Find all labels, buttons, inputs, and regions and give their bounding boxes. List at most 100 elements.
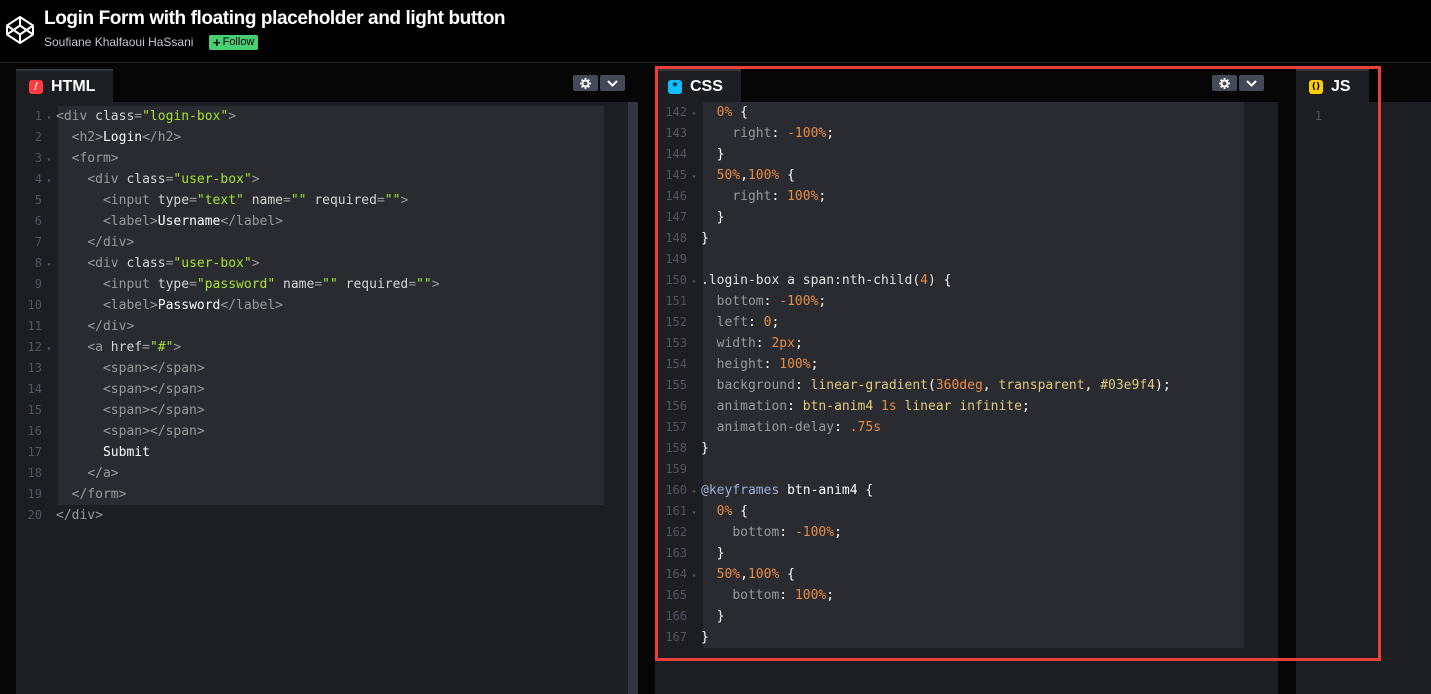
fold-arrow-icon[interactable]: ▾ <box>42 338 56 359</box>
html-css-splitter[interactable] <box>628 102 638 694</box>
code-line: 1 ▾ <div class="login-box"> <box>16 106 440 127</box>
code-token: -100% <box>779 294 819 309</box>
fold-gutter <box>687 544 701 565</box>
code-token: : <box>747 315 764 330</box>
fold-gutter <box>687 145 701 166</box>
fold-gutter <box>687 628 701 649</box>
fold-arrow-icon[interactable]: ▾ <box>687 481 701 502</box>
code-text: 0% { <box>701 504 748 519</box>
fold-arrow-icon[interactable]: ▾ <box>42 107 56 128</box>
line-number: 148 <box>665 231 687 245</box>
code-token: "text" <box>196 193 244 208</box>
css-code-editor[interactable]: 142 ▾ 0% {143 right: -100%; 144 } 145 ▾ 50%,… <box>655 102 1278 694</box>
line-number: 1 <box>34 109 42 123</box>
tab-js[interactable]: () JS <box>1296 69 1369 102</box>
code-text: <a href="#"> <box>56 340 181 355</box>
code-token: btn-anim4 { <box>779 483 874 498</box>
js-badge-icon: () <box>1309 79 1323 94</box>
tab-css-label: CSS <box>690 77 723 95</box>
code-line: 151 bottom: -100%; <box>655 291 1171 312</box>
code-token: = <box>189 193 197 208</box>
line-number: 19 <box>27 487 42 501</box>
code-line: 164 ▾ 50%,100% { <box>655 564 1171 585</box>
code-token: > <box>228 109 237 124</box>
fold-arrow-icon[interactable]: ▾ <box>687 166 701 187</box>
follow-button[interactable]: + Follow <box>209 35 259 50</box>
fold-gutter <box>687 124 701 145</box>
code-token: ; <box>834 525 842 540</box>
code-token: animation-delay <box>716 420 835 435</box>
line-number: 146 <box>665 189 687 203</box>
js-code-lines: 1 <box>1296 106 1336 127</box>
fold-arrow-icon[interactable]: ▾ <box>687 502 701 523</box>
fold-arrow-icon[interactable]: ▾ <box>42 254 56 275</box>
code-text: } <box>701 441 709 456</box>
css-panel-header: * CSS <box>655 64 1278 102</box>
fold-arrow-icon[interactable]: ▾ <box>687 271 701 292</box>
code-token: bottom <box>732 525 780 540</box>
fold-arrow-icon[interactable]: ▾ <box>687 565 701 586</box>
code-line: 161 ▾ 0% { <box>655 501 1171 522</box>
css-collapse-button[interactable] <box>1239 75 1264 91</box>
code-token: > <box>431 277 440 292</box>
code-text: bottom: 100%; <box>701 588 834 603</box>
pen-author[interactable]: Soufiane Khalfaoui HaSsani <box>44 35 193 49</box>
code-token: type <box>157 277 190 292</box>
code-text: 50%,100% { <box>701 168 795 183</box>
code-line: 159 <box>655 459 1171 480</box>
fold-gutter <box>687 460 701 481</box>
tab-css[interactable]: * CSS <box>655 69 741 102</box>
code-line: 165 bottom: 100%; <box>655 585 1171 606</box>
line-number: 6 <box>34 214 42 228</box>
fold-gutter <box>42 401 56 422</box>
code-token: ; <box>771 315 780 330</box>
code-text: Submit <box>56 445 150 460</box>
css-settings-button[interactable] <box>1212 75 1237 91</box>
code-token: } <box>701 147 725 162</box>
code-line: 19 </form> <box>16 484 440 505</box>
fold-gutter <box>687 439 701 460</box>
code-token: class <box>126 256 166 271</box>
line-number: 5 <box>34 193 42 207</box>
code-token: Password <box>157 298 221 313</box>
line-number: 1 <box>1314 109 1322 123</box>
code-token: </h2> <box>142 130 182 145</box>
code-line: 144 } <box>655 144 1171 165</box>
code-token: </div> <box>87 235 135 250</box>
line-number: 12 <box>27 340 42 354</box>
html-settings-button[interactable] <box>573 75 598 91</box>
code-token: linear <box>904 399 952 414</box>
fold-gutter <box>42 212 56 233</box>
code-token: <span></span> <box>102 382 205 397</box>
html-collapse-button[interactable] <box>600 75 625 91</box>
tab-html[interactable]: / HTML <box>16 69 114 102</box>
code-token: > <box>251 256 260 271</box>
code-token: <div <box>87 256 127 271</box>
fold-arrow-icon[interactable]: ▾ <box>42 149 56 170</box>
code-token: transparent <box>998 378 1085 393</box>
code-token: } <box>701 231 709 246</box>
fold-arrow-icon[interactable]: ▾ <box>42 170 56 191</box>
line-number: 166 <box>665 609 687 623</box>
html-code-editor[interactable]: 1 ▾ <div class="login-box"> 2 <h2>Login</h2… <box>16 102 628 694</box>
fold-gutter <box>687 607 701 628</box>
fold-arrow-icon[interactable]: ▾ <box>687 103 701 124</box>
code-token: name <box>283 277 315 292</box>
code-line: 162 bottom: -100%; <box>655 522 1171 543</box>
code-line: 14 <span></span> <box>16 379 440 400</box>
js-code-editor[interactable]: 1 <box>1296 102 1431 694</box>
css-panel-controls <box>1212 75 1264 91</box>
codepen-logo-icon[interactable] <box>5 15 35 45</box>
fold-gutter <box>42 317 56 338</box>
line-number: 8 <box>34 256 42 270</box>
fold-gutter <box>687 418 701 439</box>
